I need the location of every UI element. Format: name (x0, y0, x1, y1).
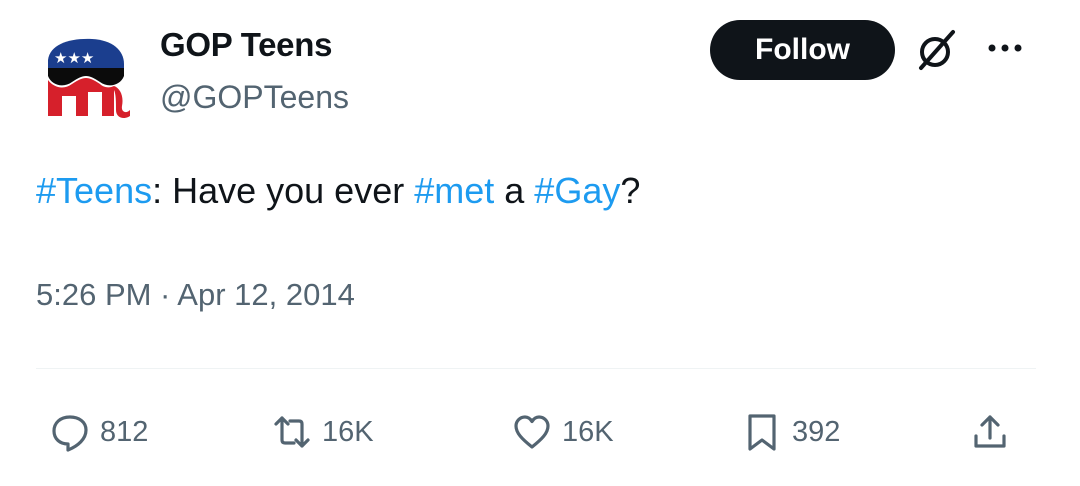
bookmark-icon (748, 414, 776, 451)
author-name[interactable]: GOP Teens (160, 26, 332, 64)
tweet-text: #Teens: Have you ever #met a #Gay? (36, 170, 640, 212)
hashtag-teens[interactable]: #Teens (36, 170, 152, 211)
bookmark-button[interactable]: 392 (742, 410, 840, 454)
bookmark-count: 392 (792, 415, 841, 448)
retweet-button[interactable]: 16K (272, 410, 374, 454)
hashtag-gay[interactable]: #Gay (534, 170, 620, 211)
avatar[interactable]: ★★★ (40, 30, 132, 122)
retweet-icon (274, 416, 310, 448)
svg-text:★★★: ★★★ (54, 49, 94, 67)
heart-icon (514, 415, 550, 449)
gop-elephant-logo-icon: ★★★ (48, 38, 130, 118)
share-button[interactable] (970, 410, 1010, 454)
more-options-icon[interactable] (986, 38, 1026, 58)
reply-button[interactable]: 812 (50, 410, 148, 454)
tweet-timestamp[interactable]: 5:26 PM · Apr 12, 2014 (36, 277, 355, 313)
divider (36, 368, 1036, 369)
hashtag-met[interactable]: #met (414, 170, 494, 211)
author-handle[interactable]: @GOPTeens (160, 79, 349, 116)
follow-button[interactable]: Follow (710, 20, 895, 80)
grok-icon[interactable] (915, 28, 959, 72)
like-count: 16K (562, 415, 614, 448)
tweet-text-segment: ? (620, 170, 641, 211)
reply-icon (52, 415, 88, 452)
reply-count: 812 (100, 415, 149, 448)
retweet-count: 16K (322, 415, 374, 448)
share-icon (974, 415, 1006, 448)
tweet-text-segment: : Have you ever (152, 170, 415, 211)
tweet-text-segment: a (494, 170, 535, 211)
like-button[interactable]: 16K (512, 410, 614, 454)
tweet-card: ★★★ GOP Teens @GOPTeens Follow #Teens: H… (0, 0, 1080, 486)
